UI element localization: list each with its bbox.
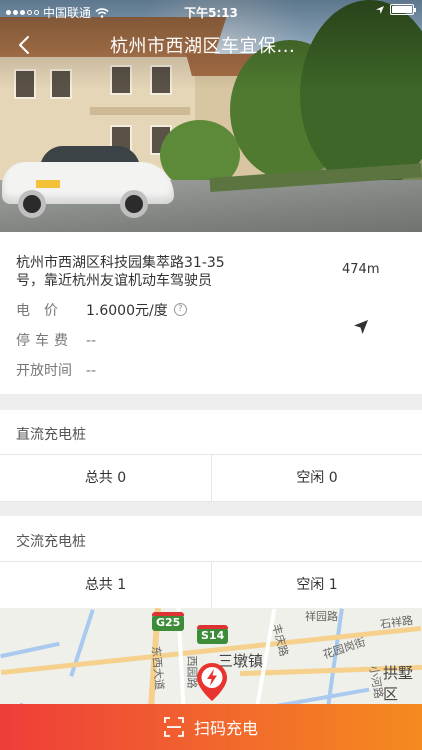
- map-label: 祥园路: [305, 610, 338, 623]
- battery-icon: [390, 4, 416, 15]
- price-row: 电 价 1.6000元/度?: [16, 300, 187, 320]
- section-divider: [0, 502, 422, 516]
- scan-button-label: 扫码充电: [193, 719, 258, 738]
- parking-value: --: [86, 333, 97, 349]
- white-car: [2, 140, 174, 218]
- highway-badge-g25: G25: [152, 612, 185, 631]
- map-label: 丰庆路: [269, 622, 291, 658]
- map-label: 拱墅区: [383, 664, 414, 703]
- ac-stats: 总共 1 空闲 1: [0, 561, 422, 609]
- help-icon[interactable]: ?: [173, 303, 187, 316]
- scan-icon: [164, 717, 184, 737]
- location-arrow-icon: [376, 5, 384, 14]
- parking-row: 停车费 --: [16, 330, 96, 350]
- dc-section-title: 直流充电桩: [16, 427, 86, 443]
- dc-total: 总共 0: [84, 470, 127, 486]
- highway-badge-s14: S14: [197, 625, 229, 644]
- ac-idle: 空闲 1: [211, 562, 422, 608]
- station-address: 杭州市西湖区科技园集萃路31-35号，靠近杭州友谊机动车驾驶员: [16, 255, 225, 289]
- nav-bar: 杭州市西湖区车宜保...: [0, 28, 422, 62]
- chevron-left-icon[interactable]: [14, 34, 36, 56]
- page-title: 杭州市西湖区车宜保...: [110, 36, 296, 57]
- ac-section-title: 交流充电桩: [16, 534, 86, 550]
- price-value: 1.6000元/度: [86, 303, 168, 319]
- charging-pin-icon[interactable]: [196, 662, 228, 702]
- station-info: 杭州市西湖区科技园集萃路31-35号，靠近杭州友谊机动车驾驶员 474m 电 价…: [0, 232, 422, 394]
- dc-stats: 总共 0 空闲 0: [0, 454, 422, 502]
- navigation-arrow-icon[interactable]: [352, 318, 370, 336]
- parking-label: 停车费: [16, 333, 73, 349]
- hours-value: --: [86, 363, 97, 379]
- section-divider: [0, 394, 422, 410]
- price-label: 电 价: [16, 303, 58, 319]
- hours-row: 开放时间 --: [16, 360, 96, 380]
- scan-to-charge-button[interactable]: 扫码充电: [0, 704, 422, 750]
- status-bar: 中国联通 下午5:13: [0, 0, 422, 22]
- distance-label: 474m: [342, 262, 380, 277]
- dc-idle: 空闲 0: [211, 455, 422, 501]
- clock: 下午5:13: [184, 6, 238, 20]
- hours-label: 开放时间: [16, 363, 72, 379]
- ac-total: 总共 1: [84, 577, 127, 593]
